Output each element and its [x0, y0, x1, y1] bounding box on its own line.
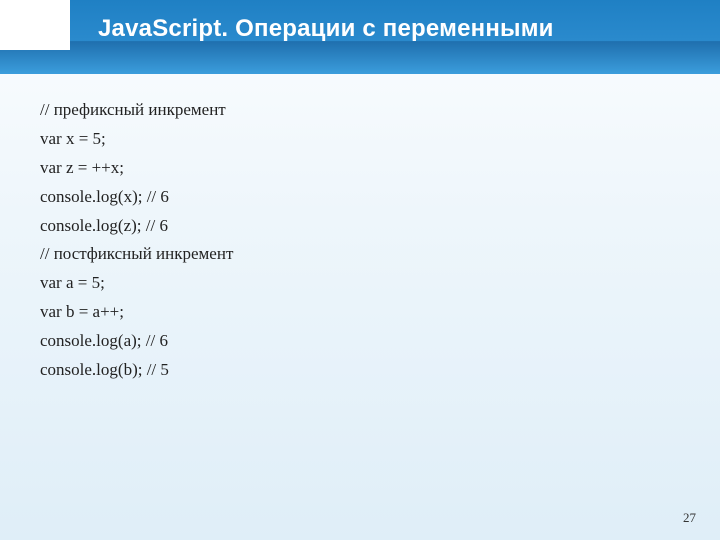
slide: JavaScript. Операции с переменными // пр… — [0, 0, 720, 540]
code-line: console.log(x); // 6 — [40, 183, 680, 212]
code-block: // префиксный инкремент var x = 5; var z… — [40, 96, 680, 385]
code-line: // постфиксный инкремент — [40, 240, 680, 269]
page-number: 27 — [683, 510, 696, 526]
code-line: console.log(z); // 6 — [40, 212, 680, 241]
code-line: var x = 5; — [40, 125, 680, 154]
code-line: // префиксный инкремент — [40, 96, 680, 125]
code-line: var b = a++; — [40, 298, 680, 327]
header-logo-box — [0, 0, 70, 50]
header-bar: JavaScript. Операции с переменными — [0, 0, 720, 74]
slide-title: JavaScript. Операции с переменными — [98, 15, 554, 43]
code-line: console.log(b); // 5 — [40, 356, 680, 385]
code-line: var a = 5; — [40, 269, 680, 298]
code-line: console.log(a); // 6 — [40, 327, 680, 356]
code-line: var z = ++x; — [40, 154, 680, 183]
